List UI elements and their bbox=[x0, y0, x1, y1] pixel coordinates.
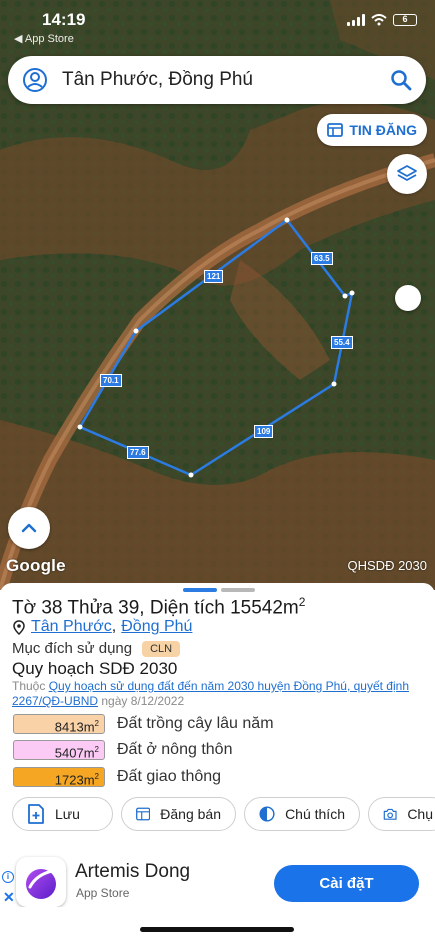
ad-banner[interactable]: i ✕ Artemis Dong App Store Cài đặT bbox=[0, 855, 435, 907]
edge-length-label: 121 bbox=[204, 270, 224, 283]
status-time: 14:19 bbox=[42, 10, 86, 29]
google-logo: Google bbox=[6, 556, 66, 575]
sheet-page-indicator bbox=[183, 588, 255, 592]
search-bar[interactable]: Tân Phước, Đồng Phú bbox=[8, 56, 426, 104]
search-icon[interactable] bbox=[390, 69, 412, 91]
status-bar: 14:19 ◀ App Store 6 bbox=[0, 8, 435, 45]
parcel-location: Tân Phước, Đồng Phú bbox=[13, 618, 192, 636]
home-indicator bbox=[0, 907, 435, 941]
location-pin-icon bbox=[13, 619, 25, 635]
overlay-layer-label: QHSDĐ 2030 bbox=[347, 558, 427, 573]
land-use-row: 8413m2 Đất trồng cây lâu năm bbox=[13, 714, 274, 734]
layers-button[interactable] bbox=[387, 154, 427, 194]
action-buttons: Lưu Đăng bán Chú thích Chụ bbox=[12, 797, 435, 831]
battery-icon: 6 bbox=[393, 14, 417, 26]
expand-up-button[interactable] bbox=[8, 507, 50, 549]
edge-length-label: 63.5 bbox=[311, 252, 333, 265]
purpose-label: Mục đích sử dụng bbox=[12, 640, 133, 657]
signal-icon bbox=[347, 14, 365, 26]
edge-length-label: 55.4 bbox=[331, 336, 353, 349]
add-document-icon bbox=[28, 804, 44, 824]
search-input[interactable]: Tân Phước, Đồng Phú bbox=[62, 69, 390, 91]
land-use-row: 5407m2 Đất ở nông thôn bbox=[13, 740, 232, 760]
land-use-label: Đất giao thông bbox=[117, 768, 222, 785]
camera-icon bbox=[383, 808, 397, 820]
save-button[interactable]: Lưu bbox=[12, 797, 113, 831]
listing-icon bbox=[136, 807, 151, 821]
purpose-code-badge: CLN bbox=[142, 640, 181, 657]
artemis-app-icon bbox=[26, 869, 56, 899]
listing-icon bbox=[327, 123, 344, 137]
account-icon[interactable] bbox=[22, 67, 48, 93]
land-use-area: 1723m2 bbox=[13, 767, 105, 787]
listings-button-label: TIN ĐĂNG bbox=[349, 122, 417, 138]
ad-store-label: App Store bbox=[76, 886, 130, 900]
legend-button[interactable]: Chú thích bbox=[244, 797, 360, 831]
satellite-map[interactable]: 121 63.5 55.4 109 77.6 70.1 14:19 ◀ App … bbox=[0, 0, 435, 590]
edge-length-label: 109 bbox=[254, 425, 274, 438]
ad-app-icon[interactable] bbox=[16, 857, 66, 907]
status-icons: 6 bbox=[347, 14, 417, 26]
capture-button[interactable]: Chụ bbox=[368, 797, 435, 831]
ad-close-icon[interactable]: ✕ bbox=[3, 889, 15, 906]
land-use-area: 5407m2 bbox=[13, 740, 105, 760]
land-use-area: 8413m2 bbox=[13, 714, 105, 734]
plan-decision-link[interactable]: Quy hoạch sử dụng đất đến năm 2030 huyện… bbox=[12, 679, 409, 708]
land-purpose-row: Mục đích sử dụng CLN bbox=[12, 640, 181, 657]
plan-title: Quy hoạch SDĐ 2030 bbox=[12, 659, 178, 678]
parcel-info-sheet[interactable]: Tờ 38 Thửa 39, Diện tích 15542m2 Tân Phư… bbox=[0, 583, 435, 907]
ad-app-name: Artemis Dong bbox=[75, 861, 191, 882]
land-use-label: Đất ở nông thôn bbox=[117, 741, 233, 758]
ad-info-icon[interactable]: i bbox=[2, 871, 14, 883]
layers-icon bbox=[397, 165, 417, 181]
back-to-app-link[interactable]: ◀ App Store bbox=[14, 32, 74, 45]
listings-button[interactable]: TIN ĐĂNG bbox=[317, 114, 427, 146]
parcel-title: Tờ 38 Thửa 39, Diện tích 15542m2 bbox=[12, 595, 306, 619]
wifi-icon bbox=[371, 14, 387, 26]
commune-link[interactable]: Tân Phước bbox=[31, 618, 112, 636]
map-control-dot[interactable] bbox=[395, 285, 421, 311]
land-use-row: 1723m2 Đất giao thông bbox=[13, 767, 221, 787]
edge-length-label: 77.6 bbox=[127, 446, 149, 459]
plan-note: Thuộc Quy hoạch sử dụng đất đến năm 2030… bbox=[12, 679, 409, 708]
chevron-up-icon bbox=[21, 523, 37, 533]
district-link[interactable]: Đồng Phú bbox=[121, 618, 192, 636]
half-circle-icon bbox=[259, 806, 275, 822]
ad-install-button[interactable]: Cài đặT bbox=[274, 865, 419, 902]
land-use-label: Đất trồng cây lâu năm bbox=[117, 715, 274, 732]
post-for-sale-button[interactable]: Đăng bán bbox=[121, 797, 236, 831]
edge-length-label: 70.1 bbox=[100, 374, 122, 387]
